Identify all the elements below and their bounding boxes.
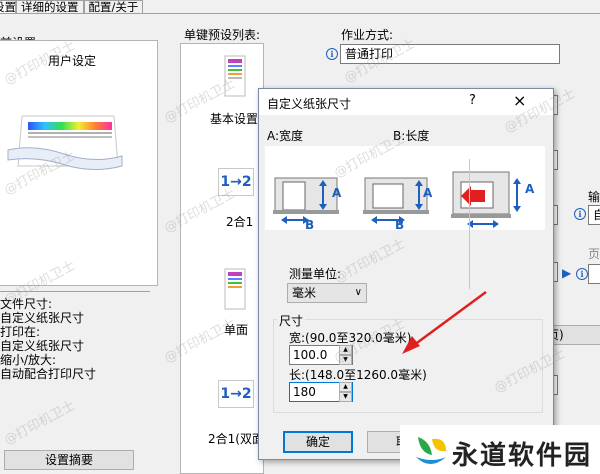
preset-2in1-label[interactable]: 2合1 (226, 213, 253, 230)
file-size-label: 文件尺寸: (0, 297, 53, 311)
print-on-label: 打印在: (0, 325, 41, 339)
file-size-value: 自定义纸张尺寸 (0, 311, 85, 325)
work-mode-info-icon[interactable]: i (326, 48, 338, 60)
paper-orientation-illustration: A B A B A (265, 146, 545, 232)
site-logo: 永道软件园 (400, 425, 600, 474)
left-divider (0, 291, 150, 292)
tab-settings[interactable]: 设置 (0, 0, 16, 14)
preset-list-label: 单键预设列表: (184, 28, 261, 42)
leaf-logo-icon (416, 437, 446, 464)
scale-value: 自动配合打印尺寸 (0, 367, 97, 381)
work-mode-label: 作业方式: (341, 28, 394, 42)
preset-2in1-duplex-icon: 1→2 (218, 380, 254, 408)
tab-config-about[interactable]: 配置/关于 (83, 0, 144, 14)
width-label: 宽:(90.0至320.0毫米) (289, 331, 412, 345)
preset-list[interactable] (180, 43, 264, 474)
work-mode-field[interactable]: 普通打印 (340, 44, 560, 64)
output-field[interactable]: 自 (588, 205, 600, 225)
preset-basic-icon (224, 55, 246, 97)
length-down-button[interactable]: ▼ (339, 392, 352, 402)
size-group-title: 尺寸 (277, 312, 306, 329)
print-on-value: 自定义纸张尺寸 (0, 339, 85, 353)
dialog-title: 自定义纸张尺寸 (267, 97, 352, 111)
unit-select-value: 毫米 (292, 286, 317, 300)
dialog-title-bar: 自定义纸张尺寸 ? × (259, 89, 553, 115)
feed-direction-diagram-icon (451, 171, 521, 228)
close-icon[interactable]: × (513, 91, 526, 110)
user-setting-label: 用户设定 (48, 54, 97, 68)
ok-button[interactable]: 确定 (283, 431, 353, 453)
illustration-divider (469, 159, 470, 289)
letter-b-2: B (395, 218, 405, 232)
play-icon[interactable]: ▶ (562, 266, 571, 280)
custom-paper-size-dialog: 自定义纸张尺寸 ? × A:宽度 B:长度 A B A B A 测量单位: 毫米… (258, 88, 554, 460)
unit-label: 测量单位: (289, 267, 342, 281)
length-up-button[interactable]: ▲ (339, 382, 352, 392)
page-field[interactable] (588, 264, 600, 284)
tab-divider (0, 13, 600, 14)
width-caption: A:宽度 (267, 129, 304, 143)
length-label: 长:(148.0至1260.0毫米) (289, 368, 427, 382)
length-caption: B:长度 (393, 129, 430, 143)
width-down-button[interactable]: ▼ (339, 355, 352, 365)
annotation-arrow-icon (402, 290, 487, 354)
watermark: @打印机卫士 (1, 398, 78, 449)
scale-label: 缩小/放大: (0, 353, 57, 367)
letter-b-1: B (305, 218, 315, 232)
letter-a-2: A (423, 186, 433, 200)
preset-single-icon (224, 268, 246, 310)
tab-detailed-settings[interactable]: 详细的设置 (16, 0, 84, 14)
preset-basic-label[interactable]: 基本设置 (210, 110, 258, 127)
logo-text: 永道软件园 (452, 441, 593, 471)
page-info-icon[interactable]: i (576, 268, 588, 280)
printer-preview-icon (7, 115, 123, 170)
chevron-down-icon: ∨ (354, 287, 362, 298)
output-info-icon[interactable]: i (574, 208, 586, 220)
help-icon[interactable]: ? (469, 93, 476, 108)
preset-2in1-icon: 1→2 (218, 168, 254, 196)
preset-single-label[interactable]: 单面 (224, 321, 248, 338)
letter-a-1: A (332, 186, 342, 200)
tab-bar: 设置 详细的设置 配置/关于 (0, 0, 600, 14)
page-label: 页 (588, 247, 600, 261)
width-up-button[interactable]: ▲ (339, 345, 352, 355)
settings-summary-button[interactable]: 设置摘要 (4, 450, 134, 470)
letter-a-3: A (525, 182, 535, 196)
preset-2in1-duplex-label[interactable]: 2合1(双面 (208, 430, 264, 447)
output-label: 输 (588, 190, 600, 204)
unit-select[interactable]: 毫米 ∨ (287, 283, 367, 303)
